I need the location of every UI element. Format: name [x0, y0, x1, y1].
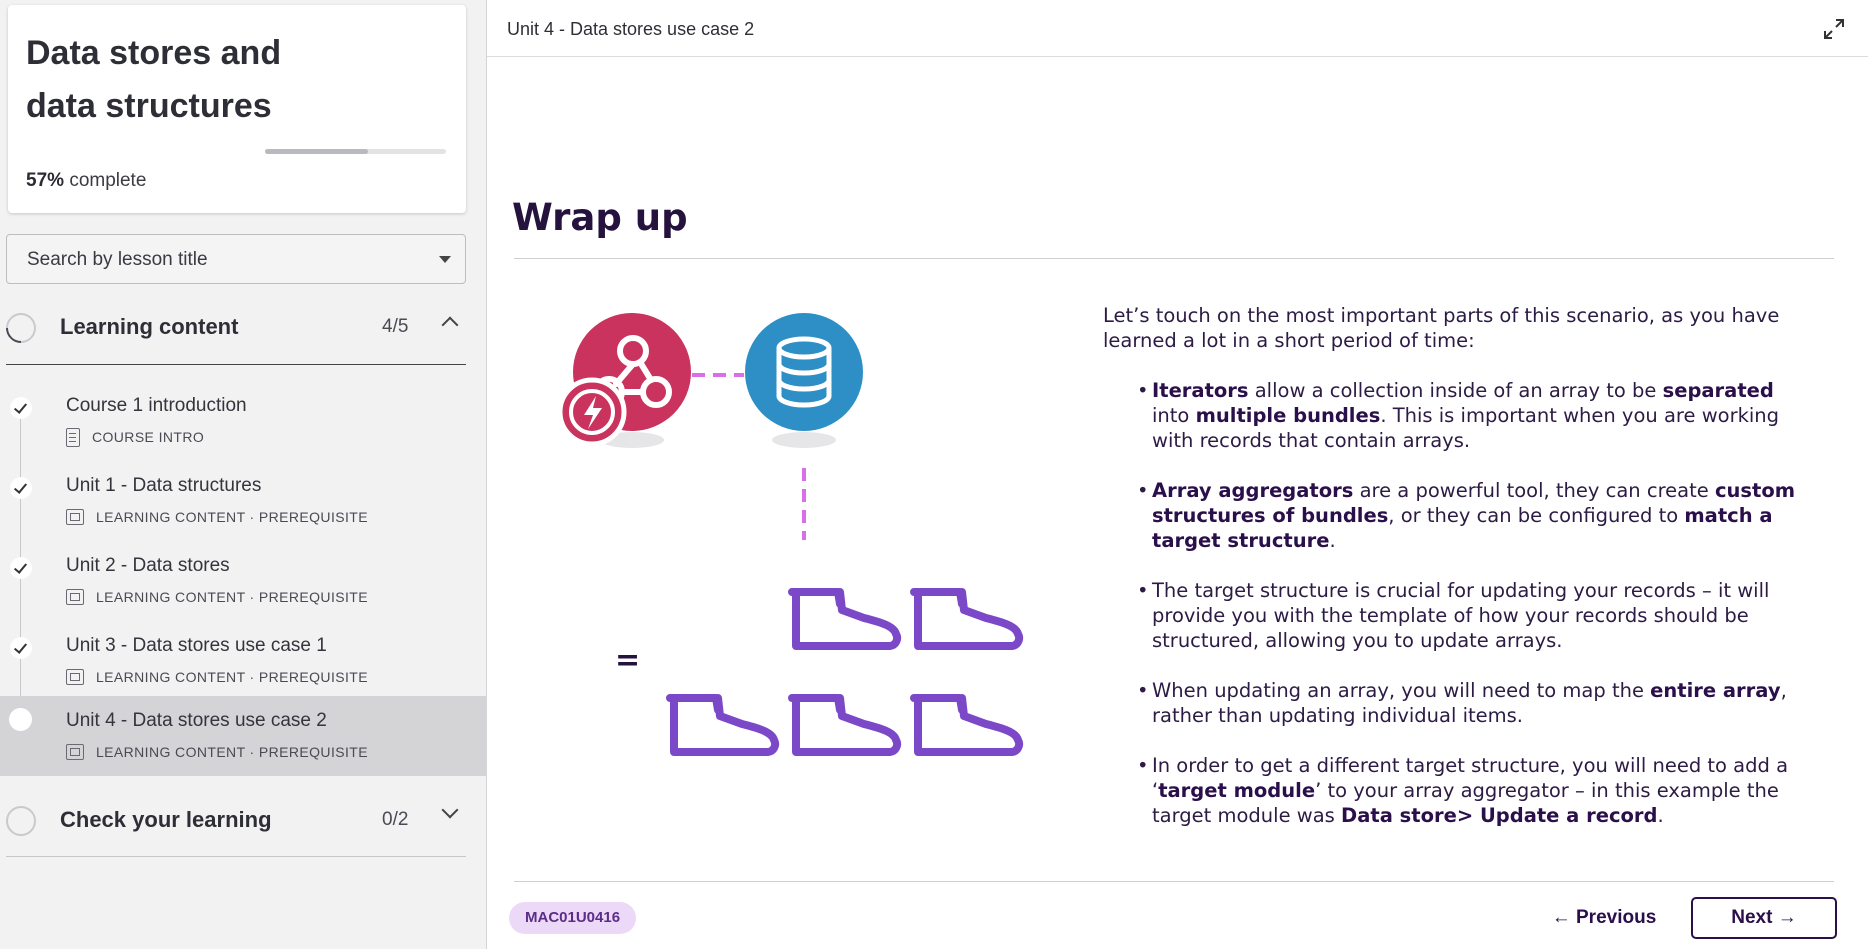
check-icon: [10, 557, 32, 579]
key-point-item: When updating an array, you will need to…: [1137, 678, 1803, 728]
current-lesson-dot-icon: [9, 708, 32, 731]
next-button[interactable]: Next →: [1691, 897, 1837, 939]
slides-icon: [66, 589, 84, 605]
previous-button[interactable]: ← Previous: [1539, 897, 1669, 939]
key-point-emphasis: Data store> Update a record: [1341, 804, 1658, 827]
intro-paragraph: Let’s touch on the most important parts …: [1103, 304, 1780, 352]
lesson-title: Unit 2 - Data stores: [66, 555, 230, 576]
scenario-illustration: =: [557, 313, 1052, 780]
progress-ring-icon: [0, 306, 43, 350]
key-point-item: Iterators allow a collection inside of a…: [1137, 378, 1803, 453]
course-summary-card: Data stores and data structures 57% comp…: [8, 5, 466, 213]
course-progress-bar: [265, 149, 446, 154]
boot-icon: [914, 698, 1019, 752]
slide-heading: Wrap up: [512, 196, 688, 239]
key-point-emphasis: target module: [1158, 779, 1316, 802]
section-check-your-learning[interactable]: Check your learning 0/2: [6, 790, 466, 852]
lesson-title: Unit 1 - Data structures: [66, 475, 262, 496]
lesson-meta: LEARNING CONTENT · PREREQUISITE: [66, 667, 368, 687]
slides-icon: [66, 509, 84, 525]
section-divider: [6, 364, 466, 365]
lesson-item-unit-3[interactable]: Unit 3 - Data stores use case 1 LEARNING…: [0, 625, 486, 705]
check-icon: [10, 397, 32, 419]
heading-divider: [514, 258, 1834, 259]
lesson-header: Unit 4 - Data stores use case 2: [487, 0, 1868, 57]
key-point-emphasis: multiple bundles: [1195, 404, 1381, 427]
lesson-item-course-intro[interactable]: Course 1 introduction COURSE INTRO: [0, 385, 486, 465]
lesson-meta: LEARNING CONTENT · PREREQUISITE: [66, 742, 368, 762]
lesson-item-unit-4[interactable]: Unit 4 - Data stores use case 2 LEARNING…: [0, 696, 486, 776]
course-title: Data stores and data structures: [26, 34, 282, 125]
section-count: 4/5: [382, 316, 409, 337]
course-progress-suffix: complete: [69, 170, 147, 191]
lesson-title: Unit 4 - Data stores use case 2: [66, 710, 327, 731]
key-points-list: Iterators allow a collection inside of a…: [1103, 378, 1803, 828]
key-point-text: allow a collection inside of an array to…: [1248, 379, 1663, 402]
lightning-icon: [557, 377, 627, 447]
key-point-emphasis: separated: [1662, 379, 1774, 402]
slides-icon: [66, 669, 84, 685]
section-title: Check your learning: [60, 807, 272, 832]
lesson-item-unit-1[interactable]: Unit 1 - Data structures LEARNING CONTEN…: [0, 465, 486, 545]
section-divider: [6, 856, 466, 857]
wrap-up-text: Let’s touch on the most important parts …: [1103, 303, 1803, 853]
chevron-up-icon[interactable]: [441, 316, 459, 334]
course-progress-value: 57%: [26, 170, 65, 191]
key-point-emphasis: Array aggregators: [1152, 479, 1354, 502]
lesson-search-label: Search by lesson title: [27, 249, 208, 270]
check-icon: [10, 477, 32, 499]
lesson-breadcrumb: Unit 4 - Data stores use case 2: [507, 19, 755, 39]
key-point-text: .: [1329, 529, 1336, 552]
footer-divider: [514, 881, 1834, 882]
equals-sign: =: [615, 643, 640, 678]
section-learning-content[interactable]: Learning content 4/5: [0, 297, 466, 359]
lesson-meta: LEARNING CONTENT · PREREQUISITE: [66, 507, 368, 527]
database-shadow: [772, 432, 836, 448]
check-icon: [10, 637, 32, 659]
progress-ring-icon: [6, 806, 36, 836]
caret-down-icon: [439, 256, 451, 263]
chevron-down-icon[interactable]: [441, 801, 459, 819]
section-count: 0/2: [382, 809, 409, 830]
key-point-text: , or they can be configured to: [1388, 504, 1685, 527]
lesson-meta-text: LEARNING CONTENT · PREREQUISITE: [96, 669, 368, 685]
boot-icon: [792, 592, 897, 646]
boot-icon: [792, 698, 897, 752]
lesson-code-badge: MAC01U0416: [509, 902, 637, 934]
course-progress-fill: [265, 149, 369, 154]
key-point-text: are a powerful tool, they can create: [1353, 479, 1715, 502]
key-point-text: When updating an array, you will need to…: [1152, 679, 1651, 702]
key-point-emphasis: Iterators: [1152, 379, 1249, 402]
lesson-meta-text: COURSE INTRO: [92, 429, 205, 445]
database-icon: [745, 313, 863, 431]
lesson-title: Course 1 introduction: [66, 395, 247, 416]
section-title: Learning content: [60, 314, 239, 339]
lesson-meta-text: LEARNING CONTENT · PREREQUISITE: [96, 589, 368, 605]
document-icon: [66, 427, 80, 447]
lesson-meta: LEARNING CONTENT · PREREQUISITE: [66, 587, 368, 607]
key-point-item: Array aggregators are a powerful tool, t…: [1137, 478, 1803, 553]
key-point-text: .: [1657, 804, 1664, 827]
slides-icon: [66, 744, 84, 760]
key-point-text: The target structure is crucial for upda…: [1152, 579, 1770, 652]
lesson-meta-text: LEARNING CONTENT · PREREQUISITE: [96, 509, 368, 525]
lesson-meta: COURSE INTRO: [66, 427, 204, 447]
lesson-search-dropdown[interactable]: Search by lesson title: [6, 234, 466, 284]
lesson-viewer: Unit 4 - Data stores use case 2 Wrap up: [486, 0, 1868, 949]
key-point-text: into: [1152, 404, 1196, 427]
course-sidebar: Data stores and data structures 57% comp…: [0, 0, 486, 949]
lesson-item-unit-2[interactable]: Unit 2 - Data stores LEARNING CONTENT · …: [0, 545, 486, 625]
boot-icon: [670, 698, 775, 752]
key-point-emphasis: entire array: [1650, 679, 1781, 702]
boot-icon: [914, 592, 1019, 646]
lesson-title: Unit 3 - Data stores use case 1: [66, 635, 327, 656]
key-point-item: In order to get a different target struc…: [1137, 753, 1803, 828]
lesson-meta-text: LEARNING CONTENT · PREREQUISITE: [96, 744, 368, 760]
key-point-item: The target structure is crucial for upda…: [1137, 578, 1803, 653]
course-progress-text: 57% complete: [26, 170, 146, 192]
expand-icon[interactable]: [1823, 18, 1845, 40]
